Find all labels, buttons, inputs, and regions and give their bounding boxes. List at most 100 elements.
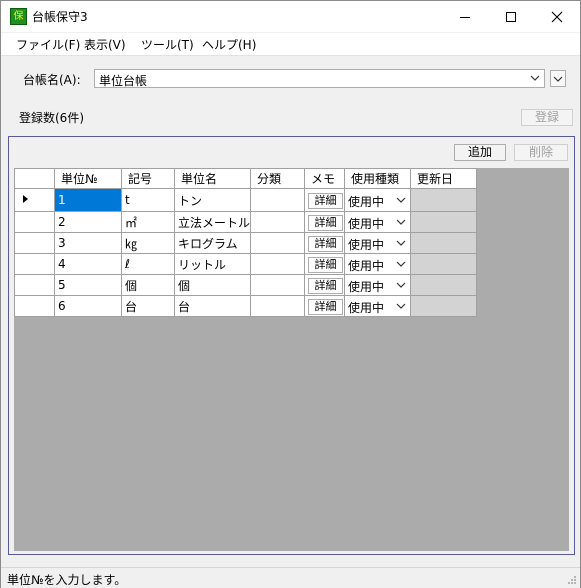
cell-usage-type[interactable]: 使用中	[344, 188, 412, 212]
cell-memo: 詳細	[304, 211, 346, 233]
usage-type-value: 使用中	[348, 237, 385, 252]
cell-usage-type[interactable]: 使用中	[344, 211, 412, 233]
table-row[interactable]: 6 台 台 詳細 使用中	[14, 295, 478, 317]
usage-type-combo[interactable]: 使用中	[348, 255, 408, 274]
cell-category[interactable]	[250, 253, 306, 275]
cell-unit-name[interactable]: 立法メートル	[173, 211, 252, 233]
cell-updated-date	[410, 295, 478, 317]
cell-updated-date	[410, 188, 478, 212]
menu-help[interactable]: ヘルプ(H)	[202, 36, 256, 53]
table-row[interactable]: 1 t トン 詳細 使用中	[14, 188, 478, 212]
usage-type-combo[interactable]: 使用中	[348, 234, 408, 253]
column-header-unit-no[interactable]: 単位№	[54, 168, 122, 189]
cell-updated-date	[410, 232, 478, 254]
table-row[interactable]: 3 ㎏ キログラム 詳細 使用中	[14, 232, 478, 254]
cell-unit-no[interactable]: 1	[54, 188, 122, 212]
main-window: 保 台帳保守3 ファイル(F) 表示(V) ツール(T) ヘルプ(H) 台帳名(…	[0, 0, 581, 588]
row-header[interactable]	[14, 295, 55, 317]
ledger-select-value: 単位台帳	[99, 74, 148, 88]
cell-symbol[interactable]: 個	[121, 274, 175, 296]
usage-type-combo[interactable]: 使用中	[348, 276, 408, 295]
ledger-select[interactable]: 単位台帳	[94, 69, 545, 88]
minimize-button[interactable]	[442, 1, 488, 32]
close-button[interactable]	[534, 1, 580, 32]
menu-file[interactable]: ファイル(F)	[16, 36, 80, 53]
row-header[interactable]	[14, 232, 55, 254]
column-header-updated-date[interactable]: 更新日	[410, 168, 478, 189]
cell-category[interactable]	[250, 211, 306, 233]
chevron-down-icon	[396, 197, 406, 203]
row-header[interactable]	[14, 274, 55, 296]
cell-usage-type[interactable]: 使用中	[344, 295, 412, 317]
chevron-down-icon	[396, 261, 406, 267]
row-header[interactable]	[14, 253, 55, 275]
cell-unit-no[interactable]: 3	[54, 232, 122, 254]
cell-unit-name[interactable]: 個	[173, 274, 252, 296]
column-header-memo[interactable]: メモ	[304, 168, 346, 189]
resize-grip-icon[interactable]	[567, 575, 577, 585]
detail-button[interactable]: 詳細	[308, 256, 344, 273]
ledger-name-label: 台帳名(A):	[23, 73, 81, 87]
menu-view[interactable]: 表示(V)	[84, 36, 126, 53]
usage-type-value: 使用中	[348, 194, 385, 209]
detail-button[interactable]: 詳細	[308, 298, 344, 315]
cell-unit-no[interactable]: 4	[54, 253, 122, 275]
row-header[interactable]	[14, 211, 55, 233]
add-button[interactable]: 追加	[454, 144, 506, 161]
cell-category[interactable]	[250, 274, 306, 296]
cell-memo: 詳細	[304, 188, 346, 212]
maximize-icon	[506, 11, 516, 22]
cell-symbol[interactable]: ㎡	[121, 211, 175, 233]
row-header[interactable]	[14, 188, 55, 212]
cell-category[interactable]	[250, 232, 306, 254]
cell-category[interactable]	[250, 188, 306, 212]
usage-type-combo[interactable]: 使用中	[348, 297, 408, 316]
table-row[interactable]: 5 個 個 詳細 使用中	[14, 274, 478, 296]
cell-memo: 詳細	[304, 295, 346, 317]
record-count-label: 登録数(6件)	[19, 111, 84, 125]
usage-type-value: 使用中	[348, 258, 385, 273]
column-header-category[interactable]: 分類	[250, 168, 306, 189]
units-grid: 単位№ 記号 単位名 分類 メモ 使用種類 更新日 1 t トン 詳細 使用中	[14, 168, 478, 317]
cell-unit-no[interactable]: 2	[54, 211, 122, 233]
ledger-dropdown-button[interactable]	[550, 70, 566, 87]
cell-usage-type[interactable]: 使用中	[344, 232, 412, 254]
status-text: 単位№を入力します。	[7, 573, 127, 587]
cell-symbol[interactable]: 台	[121, 295, 175, 317]
usage-type-combo[interactable]: 使用中	[348, 213, 408, 232]
detail-button[interactable]: 詳細	[308, 192, 344, 209]
cell-updated-date	[410, 253, 478, 275]
status-bar: 単位№を入力します。	[1, 567, 580, 588]
column-header-unit-name[interactable]: 単位名	[173, 168, 252, 189]
table-row[interactable]: 2 ㎡ 立法メートル 詳細 使用中	[14, 211, 478, 233]
maximize-button[interactable]	[488, 1, 534, 32]
cell-symbol[interactable]: ㎏	[121, 232, 175, 254]
cell-memo: 詳細	[304, 232, 346, 254]
register-button[interactable]: 登録	[521, 109, 573, 126]
delete-button[interactable]: 削除	[514, 144, 568, 161]
menu-tools[interactable]: ツール(T)	[141, 36, 194, 53]
table-row[interactable]: 4 ℓ リットル 詳細 使用中	[14, 253, 478, 275]
cell-unit-no[interactable]: 6	[54, 295, 122, 317]
usage-type-combo[interactable]: 使用中	[348, 191, 408, 210]
chevron-down-icon	[396, 219, 406, 225]
cell-unit-name[interactable]: 台	[173, 295, 252, 317]
chevron-down-icon	[396, 303, 406, 309]
column-header-symbol[interactable]: 記号	[121, 168, 175, 189]
column-header-usage-type[interactable]: 使用種類	[344, 168, 412, 189]
usage-type-value: 使用中	[348, 279, 385, 294]
current-row-arrow-icon	[23, 195, 28, 203]
detail-button[interactable]: 詳細	[308, 277, 344, 294]
cell-category[interactable]	[250, 295, 306, 317]
cell-usage-type[interactable]: 使用中	[344, 253, 412, 275]
cell-symbol[interactable]: ℓ	[121, 253, 175, 275]
cell-unit-no[interactable]: 5	[54, 274, 122, 296]
cell-unit-name[interactable]: キログラム	[173, 232, 252, 254]
cell-symbol[interactable]: t	[121, 188, 175, 212]
detail-button[interactable]: 詳細	[308, 214, 344, 231]
cell-unit-name[interactable]: トン	[173, 188, 252, 212]
cell-usage-type[interactable]: 使用中	[344, 274, 412, 296]
title-bar[interactable]: 保 台帳保守3	[1, 1, 580, 32]
cell-unit-name[interactable]: リットル	[173, 253, 252, 275]
detail-button[interactable]: 詳細	[308, 235, 344, 252]
